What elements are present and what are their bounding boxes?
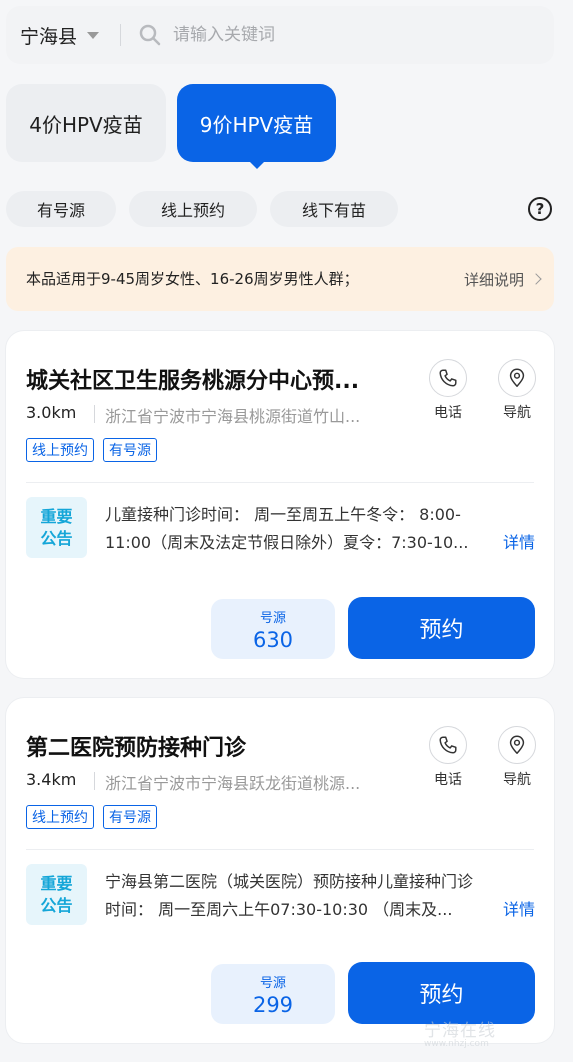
divider bbox=[94, 772, 95, 790]
tab-9-valent-hpv[interactable]: 9价HPV疫苗 bbox=[177, 84, 336, 169]
distance: 3.4km bbox=[26, 770, 77, 789]
top-search-bar: 宁海县 bbox=[6, 6, 554, 64]
phone-button[interactable]: 电话 bbox=[418, 359, 478, 422]
navigate-label: 导航 bbox=[503, 772, 531, 788]
announcement-line: 11:00（周末及法定节假日除外）夏令：7:30-10... bbox=[105, 533, 469, 552]
important-notice-badge: 重要 公告 bbox=[26, 497, 87, 558]
tag-online-booking: 线上预约 bbox=[26, 438, 94, 462]
badge-line: 公告 bbox=[40, 528, 73, 548]
badge-line: 重要 bbox=[40, 506, 73, 526]
quota-box: 号源 299 bbox=[211, 964, 335, 1024]
details-link[interactable]: 详情 bbox=[503, 896, 535, 924]
clinic-card[interactable]: 城关社区卫生服务桃源分中心预... 电话 导航 3.0km 浙江省宁波市宁海县桃… bbox=[6, 331, 554, 678]
location-pin-icon bbox=[498, 726, 536, 764]
tag-has-quota: 有号源 bbox=[103, 805, 157, 829]
quota-value: 299 bbox=[252, 992, 294, 1017]
navigate-button[interactable]: 导航 bbox=[487, 359, 547, 422]
announcement: 宁海县第二医院（城关医院）预防接种儿童接种门诊 时间： 周一至周六上午07:30… bbox=[105, 868, 535, 924]
chevron-right-icon bbox=[530, 273, 542, 285]
tag-has-quota: 有号源 bbox=[103, 438, 157, 462]
phone-icon bbox=[429, 726, 467, 764]
badge-line: 公告 bbox=[40, 895, 73, 915]
location-pin-icon bbox=[498, 359, 536, 397]
quota-box: 号源 630 bbox=[211, 599, 335, 659]
notice-text: 本品适用于9-45周岁女性、16-26周岁男性人群； bbox=[26, 270, 359, 288]
region-label: 宁海县 bbox=[20, 25, 78, 48]
quota-label: 号源 bbox=[259, 610, 286, 626]
caret-down-icon bbox=[87, 31, 100, 39]
announcement: 儿童接种门诊时间： 周一至周五上午冬令： 8:00- 11:00（周末及法定节假… bbox=[105, 501, 535, 557]
search-icon bbox=[139, 24, 161, 46]
quota-value: 630 bbox=[252, 627, 294, 652]
detail-link-label: 详细说明 bbox=[463, 270, 524, 289]
tag-online-booking: 线上预约 bbox=[26, 805, 94, 829]
help-icon[interactable]: ? bbox=[528, 197, 552, 221]
tag-list: 线上预约 有号源 bbox=[26, 805, 157, 829]
address: 浙江省宁波市宁海县桃源街道竹山... bbox=[105, 407, 361, 426]
clinic-title: 城关社区卫生服务桃源分中心预... bbox=[26, 369, 360, 394]
clinic-card[interactable]: 第二医院预防接种门诊 电话 导航 3.4km 浙江省宁波市宁海县跃龙街道桃源..… bbox=[6, 698, 554, 1043]
filter-offline-stock[interactable]: 线下有苗 bbox=[270, 191, 398, 227]
phone-label: 电话 bbox=[434, 405, 462, 421]
important-notice-badge: 重要 公告 bbox=[26, 864, 87, 925]
clinic-title: 第二医院预防接种门诊 bbox=[26, 736, 247, 761]
search-input[interactable] bbox=[173, 25, 453, 45]
quota-label: 号源 bbox=[259, 975, 286, 991]
book-button[interactable]: 预约 bbox=[348, 962, 535, 1024]
filter-chips: 有号源 线上预约 线下有苗 bbox=[6, 191, 398, 227]
phone-icon bbox=[429, 359, 467, 397]
navigate-label: 导航 bbox=[503, 405, 531, 421]
region-selector[interactable]: 宁海县 bbox=[6, 6, 120, 64]
search-box[interactable] bbox=[121, 6, 554, 64]
watermark-text: 宁海在线 bbox=[424, 1021, 496, 1041]
watermark: 宁海在线 www.nhzj.com bbox=[424, 1016, 496, 1049]
phone-button[interactable]: 电话 bbox=[418, 726, 478, 789]
phone-label: 电话 bbox=[434, 772, 462, 788]
badge-line: 重要 bbox=[40, 873, 73, 893]
vaccine-tabs: 4价HPV疫苗 9价HPV疫苗 bbox=[6, 84, 336, 169]
announcement-line: 宁海县第二医院（城关医院）预防接种儿童接种门诊 bbox=[105, 872, 474, 891]
tab-4-valent-hpv[interactable]: 4价HPV疫苗 bbox=[6, 84, 166, 162]
details-link[interactable]: 详情 bbox=[503, 529, 535, 557]
announcement-line: 时间： 周一至周六上午07:30-10:30 （周末及... bbox=[105, 900, 453, 919]
watermark-url: www.nhzj.com bbox=[424, 1039, 489, 1049]
navigate-button[interactable]: 导航 bbox=[487, 726, 547, 789]
divider bbox=[94, 405, 95, 423]
filter-has-quota[interactable]: 有号源 bbox=[6, 191, 116, 227]
book-button[interactable]: 预约 bbox=[348, 597, 535, 659]
detail-link[interactable]: 详细说明 bbox=[463, 269, 542, 290]
divider bbox=[26, 482, 534, 483]
notice-banner: 本品适用于9-45周岁女性、16-26周岁男性人群； 详细说明 bbox=[6, 247, 554, 311]
announcement-line: 儿童接种门诊时间： 周一至周五上午冬令： 8:00- bbox=[105, 505, 461, 524]
tag-list: 线上预约 有号源 bbox=[26, 438, 157, 462]
address: 浙江省宁波市宁海县跃龙街道桃源... bbox=[105, 774, 361, 793]
divider bbox=[26, 849, 534, 850]
filter-online-booking[interactable]: 线上预约 bbox=[129, 191, 257, 227]
distance: 3.0km bbox=[26, 403, 77, 422]
